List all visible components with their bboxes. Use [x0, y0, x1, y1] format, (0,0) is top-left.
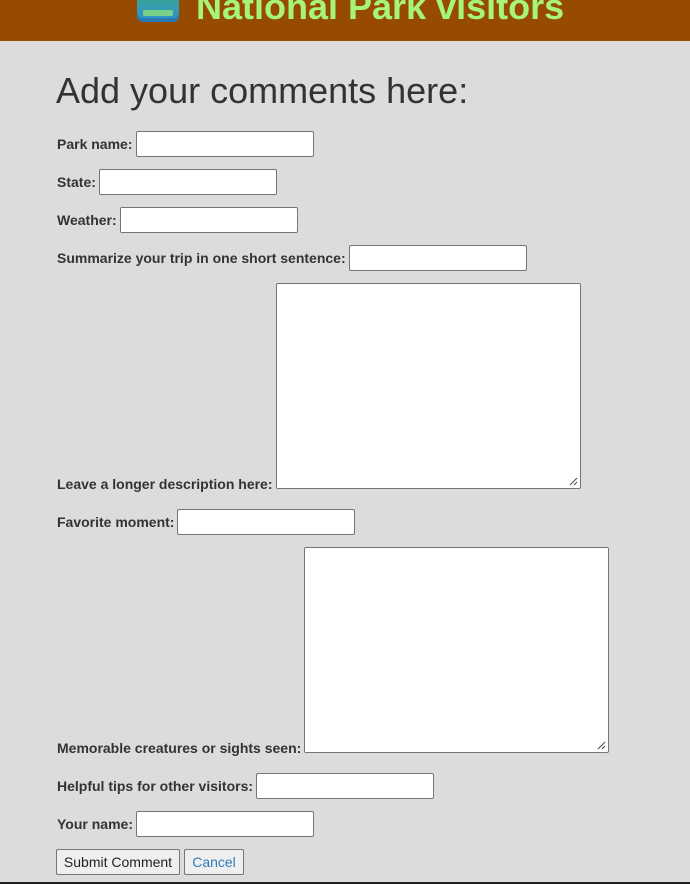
state-label: State:: [57, 174, 96, 190]
favorite-moment-label: Favorite moment:: [57, 514, 175, 530]
weather-input[interactable]: [120, 207, 298, 233]
tips-input[interactable]: [256, 773, 434, 799]
park-name-input[interactable]: [136, 131, 314, 157]
your-name-input[interactable]: [136, 811, 314, 837]
favorite-moment-input[interactable]: [177, 509, 355, 535]
resize-grip-icon[interactable]: [597, 741, 606, 750]
summary-input[interactable]: [349, 245, 527, 271]
site-title: National Park visitors: [196, 0, 565, 27]
creatures-label: Memorable creatures or sights seen:: [57, 740, 302, 756]
your-name-label: Your name:: [57, 816, 133, 832]
description-label: Leave a longer description here:: [57, 476, 273, 492]
summary-label: Summarize your trip in one short sentenc…: [57, 250, 346, 266]
page-title: Add your comments here:: [56, 70, 469, 111]
park-name-label: Park name:: [57, 136, 133, 152]
site-header: National Park visitors: [0, 0, 690, 41]
state-input[interactable]: [99, 169, 277, 195]
submit-comment-button[interactable]: Submit Comment: [56, 849, 180, 875]
creatures-textarea[interactable]: [304, 547, 609, 753]
description-textarea[interactable]: [276, 283, 581, 489]
cancel-button[interactable]: Cancel: [184, 849, 244, 875]
tips-label: Helpful tips for other visitors:: [57, 778, 254, 794]
weather-label: Weather:: [57, 212, 117, 228]
resize-grip-icon[interactable]: [569, 477, 578, 486]
park-logo-icon: [137, 0, 179, 22]
